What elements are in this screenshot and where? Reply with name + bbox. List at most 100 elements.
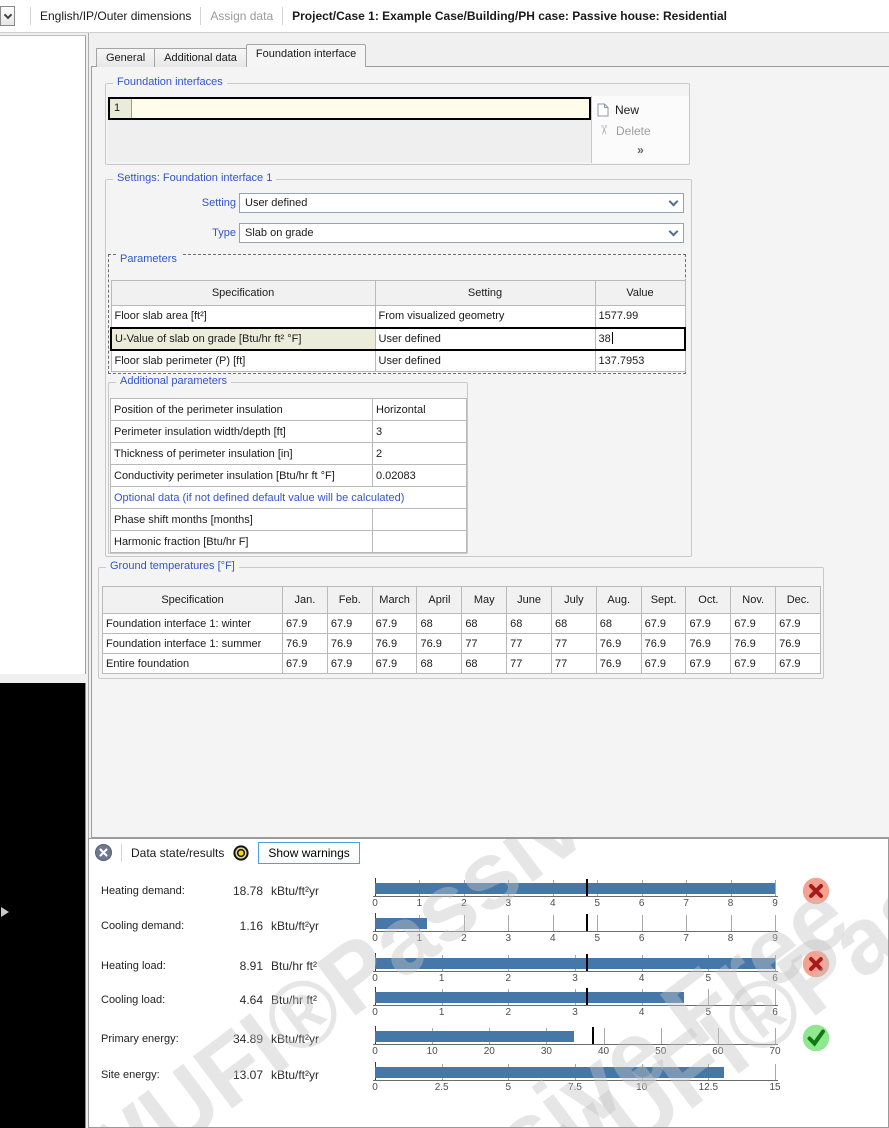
- chart-axis-line: [373, 1005, 778, 1006]
- param-value-cell[interactable]: 137.7953: [594, 349, 686, 372]
- param-value-cell[interactable]: 38: [594, 326, 686, 351]
- chart-tick-label: 0: [372, 933, 378, 944]
- ground-temp-value-cell[interactable]: 68: [416, 613, 463, 634]
- result-label: Heating demand:: [101, 885, 185, 897]
- units-mode-item[interactable]: English/IP/Outer dimensions: [40, 9, 191, 23]
- additional-param-value-cell[interactable]: [372, 530, 467, 553]
- ground-temp-value-cell[interactable]: 67.9: [640, 653, 687, 674]
- ground-temp-value-cell[interactable]: 76.9: [595, 633, 642, 654]
- ground-temp-value-cell[interactable]: 68: [461, 653, 508, 674]
- setting-select[interactable]: User defined: [239, 193, 684, 213]
- additional-parameter-row: Position of the perimeter insulation Hori…: [110, 398, 467, 421]
- ground-temp-value-cell[interactable]: 67.9: [326, 613, 373, 634]
- status-fail-icon: [802, 950, 830, 981]
- ground-temp-value-cell[interactable]: 68: [416, 653, 463, 674]
- setting-label: Setting: [201, 197, 236, 209]
- chart-gridline: [641, 915, 643, 931]
- ground-temp-value-cell[interactable]: 76.9: [775, 633, 821, 654]
- ground-temp-value-cell[interactable]: 67.9: [730, 653, 777, 674]
- ground-temp-value-cell[interactable]: 68: [595, 613, 642, 634]
- chart-tick-label: 2.5: [434, 1082, 449, 1093]
- ground-temp-value-cell[interactable]: 67.9: [775, 653, 821, 674]
- ground-temp-value-cell[interactable]: 76.9: [595, 653, 642, 674]
- tab-foundation-interface[interactable]: Foundation interface: [245, 44, 367, 67]
- new-button-label: New: [615, 102, 640, 117]
- ground-temp-value-cell[interactable]: 68: [461, 613, 508, 634]
- show-warnings-button[interactable]: Show warnings: [258, 841, 360, 864]
- ground-temp-value-cell[interactable]: 76.9: [282, 633, 328, 654]
- ground-temp-value-cell[interactable]: 67.9: [730, 613, 777, 634]
- ground-temp-value-cell[interactable]: 76.9: [685, 633, 732, 654]
- ground-temp-value-cell[interactable]: 67.9: [685, 613, 732, 634]
- chart-tick-label: 6: [772, 973, 778, 984]
- result-bar-chart: 0 1 2 3 4 5 6 7 8 9: [372, 878, 779, 912]
- ground-temp-value-cell[interactable]: 67.9: [371, 653, 418, 674]
- group-label: Settings: Foundation interface 1: [113, 172, 277, 184]
- chart-gridline: [717, 1028, 719, 1044]
- ground-temp-value-cell[interactable]: 67.9: [282, 613, 328, 634]
- chart-bar: [375, 1031, 575, 1042]
- toolbar-dropdown[interactable]: [0, 6, 15, 26]
- foundation-interface-list-row[interactable]: 1: [108, 97, 591, 120]
- chart-axis-line: [373, 971, 778, 972]
- calculation-state-icon: [233, 844, 249, 861]
- result-value: 1.16: [239, 919, 263, 933]
- ground-temp-value-cell[interactable]: 67.9: [775, 613, 821, 634]
- result-label: Cooling demand:: [101, 920, 185, 932]
- ground-temp-value-cell[interactable]: 67.9: [371, 613, 418, 634]
- additional-param-value-cell[interactable]: Horizontal: [372, 398, 467, 421]
- chart-bar: [375, 1067, 724, 1078]
- param-setting-cell[interactable]: User defined: [374, 326, 596, 351]
- ground-temp-value-cell[interactable]: 77: [550, 653, 597, 674]
- new-button[interactable]: New: [597, 99, 684, 120]
- ground-temp-value-cell[interactable]: 68: [506, 613, 552, 634]
- ground-temp-value-cell[interactable]: 67.9: [640, 613, 687, 634]
- chart-bar: [375, 992, 685, 1003]
- assign-data-item[interactable]: Assign data: [210, 9, 273, 23]
- more-actions-link[interactable]: »: [597, 143, 684, 157]
- additional-param-value-cell[interactable]: 3: [372, 420, 467, 443]
- type-label: Type: [212, 227, 236, 239]
- navigation-panel[interactable]: [0, 35, 86, 674]
- ground-temp-value-cell[interactable]: 67.9: [282, 653, 328, 674]
- chart-tick-label: 4: [549, 933, 556, 944]
- ground-temp-value-cell[interactable]: 76.9: [640, 633, 687, 654]
- list-empty-area[interactable]: [108, 120, 591, 162]
- left-column: [0, 33, 88, 1128]
- ground-temp-value-cell[interactable]: 77: [506, 633, 552, 654]
- ground-temp-value-cell[interactable]: 68: [550, 613, 597, 634]
- additional-param-value-cell[interactable]: 0.02083: [372, 464, 467, 487]
- param-value-cell[interactable]: 1577.99: [594, 305, 686, 328]
- ground-temp-value-cell[interactable]: 76.9: [416, 633, 463, 654]
- chart-tick-label: 0: [372, 898, 378, 909]
- settings-group: Settings: Foundation interface 1 Setting…: [105, 172, 692, 557]
- chart-tick-label: 9: [772, 933, 778, 944]
- delete-button[interactable]: ✂ Delete: [597, 120, 684, 141]
- foundation-interface-name-input[interactable]: [132, 99, 589, 118]
- 3d-viewport[interactable]: [0, 683, 86, 1128]
- ground-temperature-row: Foundation interface 1: summer 76.9 76.9 76…: [102, 633, 821, 654]
- ground-temp-value-cell[interactable]: 76.9: [371, 633, 418, 654]
- ground-temp-value-cell[interactable]: 67.9: [685, 653, 732, 674]
- additional-param-value-cell[interactable]: 2: [372, 442, 467, 465]
- chart-gridline: [597, 915, 599, 931]
- chart-gridline: [660, 1028, 662, 1044]
- ground-temp-value-cell[interactable]: 76.9: [326, 633, 373, 654]
- month-header: Sept.: [640, 586, 687, 614]
- chart-bar: [375, 918, 427, 929]
- ground-temp-value-cell[interactable]: 77: [550, 633, 597, 654]
- ground-temp-value-cell[interactable]: 76.9: [730, 633, 777, 654]
- additional-param-value-cell[interactable]: [372, 508, 467, 531]
- param-setting-cell[interactable]: From visualized geometry: [374, 305, 596, 328]
- tab-additional-data[interactable]: Additional data: [154, 48, 247, 67]
- close-panel-icon[interactable]: [95, 844, 112, 861]
- type-select[interactable]: Slab on grade: [239, 223, 684, 243]
- chart-axis-line: [373, 931, 778, 932]
- month-header: Nov.: [730, 586, 777, 614]
- ground-temp-value-cell[interactable]: 77: [461, 633, 508, 654]
- ground-temp-value-cell[interactable]: 77: [506, 653, 552, 674]
- ground-temp-value-cell[interactable]: 67.9: [326, 653, 373, 674]
- tab-general[interactable]: General: [96, 48, 156, 67]
- scissors-icon: ✂: [596, 124, 612, 135]
- param-setting-cell[interactable]: User defined: [374, 349, 596, 372]
